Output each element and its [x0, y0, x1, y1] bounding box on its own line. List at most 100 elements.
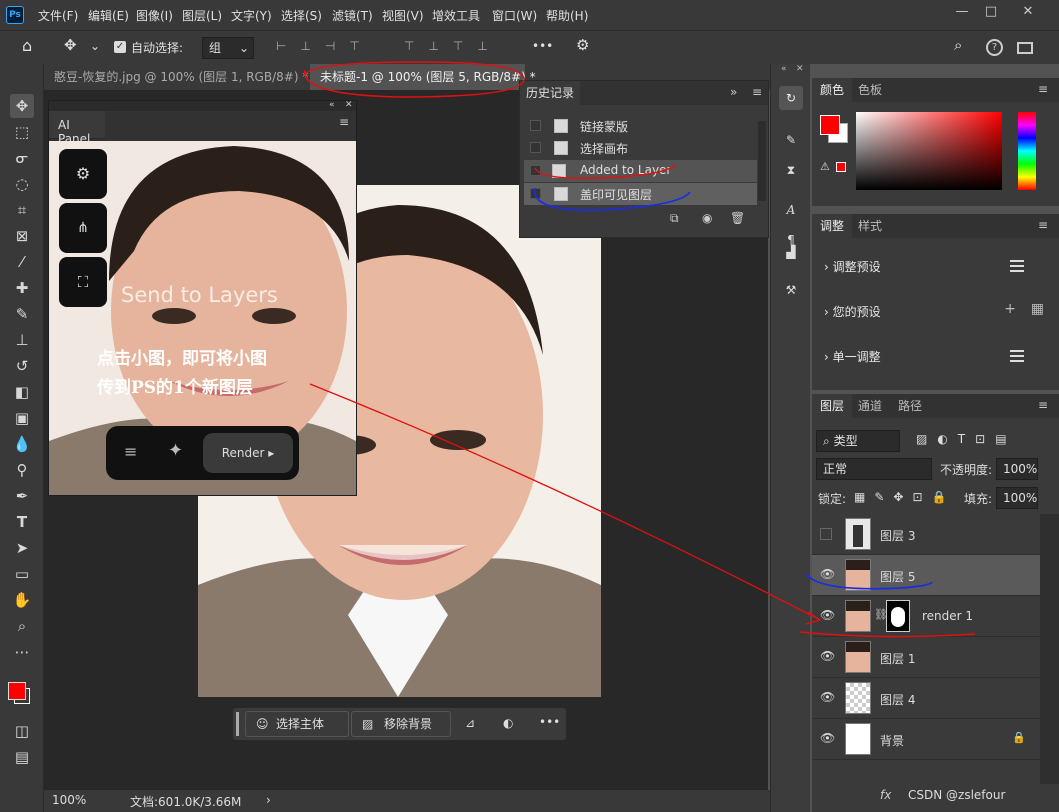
menu-layer[interactable]: 图层(L) [182, 7, 222, 24]
new-document-icon[interactable]: ⧉ [670, 211, 679, 226]
eyedropper-icon[interactable]: ⁄ [10, 250, 34, 274]
dodge-tool-icon[interactable]: ⚲ [10, 458, 34, 482]
history-scrollbar[interactable] [758, 121, 766, 201]
layer-filter-dropdown[interactable]: ⌕ 类型 [816, 430, 900, 452]
layer-row-selected[interactable]: 👁 图层 5 [812, 555, 1040, 596]
layer-row[interactable]: 👁 背景 🔒 [812, 719, 1040, 760]
lock-icons[interactable]: ▦✎✥⊡🔒 [854, 490, 955, 504]
tab-styles[interactable]: 样式 [850, 214, 890, 238]
history-item[interactable]: 链接蒙版 [524, 115, 757, 137]
sparkle-icon[interactable]: ✦ [168, 440, 183, 461]
add-icon[interactable]: + [1004, 301, 1016, 317]
plugin-icon[interactable]: ▟ [779, 240, 803, 264]
trash-icon[interactable]: 🗑 [730, 211, 745, 225]
more-icon[interactable]: ••• [539, 715, 560, 729]
history-panel-icon[interactable]: ↻ [779, 86, 803, 110]
adjust-icon[interactable]: ◐ [503, 716, 513, 730]
distribute-icons[interactable]: ⊤⊥⊤⊥ [404, 39, 502, 53]
visibility-toggle-off[interactable] [820, 528, 832, 540]
single-adjust-row[interactable]: › 单一调整 [824, 348, 1044, 368]
close-window-button[interactable]: ✕ [1018, 4, 1038, 20]
tab-document-2[interactable]: 未标题-1 @ 100% (图层 5, RGB/8#) * [310, 64, 536, 90]
menu-type[interactable]: 文字(Y) [231, 7, 272, 24]
send-to-layers-label[interactable]: Send to Layers [121, 283, 278, 307]
workspace-icon[interactable] [1017, 42, 1033, 54]
frame-tool-icon[interactable]: ⊠ [10, 224, 34, 248]
crop-tool-icon[interactable]: ⌗ [10, 198, 34, 222]
remove-background-button[interactable]: ▨ 移除背景 [351, 711, 451, 737]
move-tool-icon[interactable]: ✥ [64, 36, 77, 54]
history-brush-icon[interactable]: ↺ [10, 354, 34, 378]
history-checkbox[interactable] [530, 165, 541, 176]
panel-menu-icon[interactable]: ≡ [339, 115, 349, 129]
layer-row[interactable]: 👁 图层 1 [812, 637, 1040, 678]
ai-panel-grip[interactable] [49, 101, 356, 111]
gamut-swatch[interactable] [836, 162, 846, 172]
more-tools-icon[interactable]: ⋯ [10, 640, 34, 664]
brush-settings-icon[interactable]: ✎ [779, 128, 803, 152]
color-field[interactable] [856, 112, 1002, 190]
align-icons[interactable]: ⊢⊥⊣⊤ [276, 39, 374, 53]
layer-row[interactable]: 👁 图层 4 [812, 678, 1040, 719]
path-select-icon[interactable]: ➤ [10, 536, 34, 560]
zoom-level[interactable]: 100% [52, 793, 86, 807]
history-item[interactable]: 选择画布 [524, 137, 757, 159]
menu-file[interactable]: 文件(F) [38, 7, 78, 24]
history-checkbox[interactable] [530, 120, 541, 131]
tab-document-1[interactable]: 憨豆-恢复的.jpg @ 100% (图层 1, RGB/8#) * ✕ [44, 64, 322, 90]
menu-window[interactable]: 窗口(W) [492, 7, 537, 24]
eye-icon[interactable]: 👁 [820, 731, 835, 745]
adjust-sliders-icon[interactable]: ⧗ [779, 158, 803, 182]
quick-select-icon[interactable]: ◌ [10, 172, 34, 196]
auto-select-dropdown[interactable]: 组 ⌄ [202, 37, 254, 59]
hue-slider[interactable] [1018, 112, 1036, 190]
menu-select[interactable]: 选择(S) [281, 7, 322, 24]
list-icon[interactable] [1010, 350, 1024, 362]
rectangle-tool-icon[interactable]: ▭ [10, 562, 34, 586]
close-icon[interactable]: ✕ [796, 64, 804, 74]
auto-select-checkbox[interactable]: ✓ [114, 41, 126, 53]
help-icon[interactable]: ? [986, 39, 1003, 56]
panel-menu-icon[interactable]: ≡ [1038, 82, 1048, 96]
chevron-down-icon[interactable]: ⌄ [90, 39, 100, 53]
eye-icon[interactable]: 👁 [820, 608, 835, 622]
history-item[interactable]: 盖印可见图层 [524, 183, 757, 205]
grid-icon[interactable]: ▦ [1031, 301, 1044, 317]
foreground-swatch[interactable] [820, 115, 840, 135]
gear-icon[interactable]: ⚙ [576, 36, 589, 54]
chevron-right-icon[interactable]: › [266, 793, 271, 807]
panel-menu-icon[interactable]: ≡ [752, 85, 762, 99]
close-icon[interactable]: ✕ [345, 100, 353, 110]
home-icon[interactable]: ⌂ [22, 36, 32, 55]
fullscreen-icon[interactable]: ⛶ [59, 257, 107, 307]
eye-icon[interactable]: 👁 [820, 567, 835, 581]
character-icon[interactable]: A [779, 198, 803, 222]
stamp-tool-icon[interactable]: ⊥ [10, 328, 34, 352]
tab-layers[interactable]: 图层 [812, 394, 853, 418]
history-checkbox[interactable] [530, 188, 541, 199]
maximize-button[interactable]: □ [981, 4, 1001, 20]
panel-menu-icon[interactable]: ≡ [1038, 218, 1048, 232]
tab-paths[interactable]: 路径 [890, 394, 930, 418]
layer-row[interactable]: 图层 3 [812, 514, 1040, 555]
expand-icon[interactable]: » [730, 85, 737, 99]
menu-lines-icon[interactable]: ≡ [124, 442, 137, 461]
menu-image[interactable]: 图像(I) [136, 7, 173, 24]
more-options-button[interactable]: ••• [532, 39, 553, 53]
menu-view[interactable]: 视图(V) [382, 7, 424, 24]
history-item[interactable]: Added to Layer [524, 160, 757, 182]
search-icon[interactable]: ⌕ [954, 36, 962, 54]
background-color-swatch[interactable] [8, 682, 26, 700]
fx-button[interactable]: fx [880, 788, 891, 802]
transform-icon[interactable]: ⊿ [465, 716, 475, 730]
lasso-tool-icon[interactable]: ᓂ [10, 146, 34, 170]
tab-swatches[interactable]: 色板 [850, 78, 890, 102]
layers-scrollbar[interactable] [1040, 514, 1059, 784]
eye-icon[interactable]: 👁 [820, 649, 835, 663]
move-tool-icon[interactable]: ✥ [10, 94, 34, 118]
tab-channels[interactable]: 通道 [850, 394, 890, 418]
pen-tool-icon[interactable]: ✒ [10, 484, 34, 508]
history-checkbox[interactable] [530, 142, 541, 153]
tab-ai-panel[interactable]: AI Panel [49, 111, 105, 146]
tab-adjustments[interactable]: 调整 [812, 214, 853, 238]
